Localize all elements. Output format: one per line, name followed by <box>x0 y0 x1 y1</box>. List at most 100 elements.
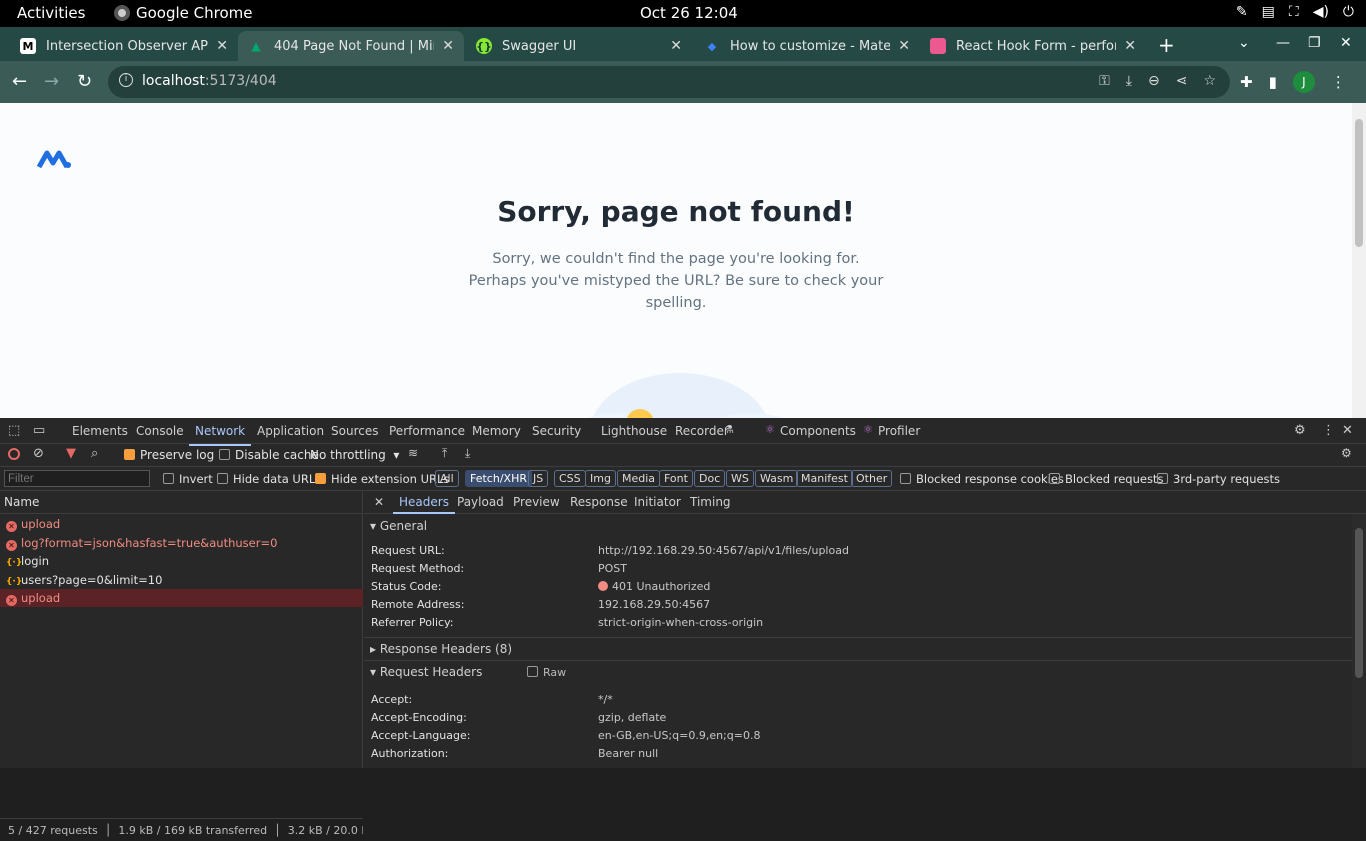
close-window-button[interactable]: ✕ <box>1340 35 1352 51</box>
url-text[interactable]: localhost:5173/404 <box>142 73 277 89</box>
settings-gear-icon[interactable]: ⚙ <box>1294 423 1306 438</box>
throttling-select[interactable]: No throttling ▾ <box>310 448 399 462</box>
blocked-requests-checkbox[interactable]: Blocked requests <box>1049 472 1163 486</box>
tab-response[interactable]: Response <box>570 495 628 509</box>
close-icon[interactable]: ✕ <box>898 38 910 54</box>
export-har-icon[interactable]: ⤓ <box>465 446 470 461</box>
filter-type-img[interactable]: Img <box>585 470 616 487</box>
hide-data-urls-checkbox[interactable]: Hide data URLs <box>217 472 321 486</box>
general-section-header[interactable]: ▾ General <box>364 515 1352 537</box>
devtools-menu-icon[interactable]: ⋮ <box>1322 423 1335 438</box>
clock[interactable]: Oct 26 12:04 <box>640 4 738 22</box>
zoom-icon[interactable]: ⊖ <box>1148 73 1160 89</box>
response-headers-section-header[interactable]: ▸ Response Headers (8) <box>364 637 1352 659</box>
details-scrollbar[interactable] <box>1352 514 1366 768</box>
search-icon[interactable]: ⌕ <box>91 446 98 461</box>
tab-react-hook-form[interactable]: React Hook Form - perform ✕ <box>920 31 1146 61</box>
disable-cache-checkbox[interactable]: Disable cache <box>219 448 319 462</box>
import-har-icon[interactable]: ⤒ <box>442 446 447 461</box>
clear-icon[interactable]: ⊘ <box>33 446 44 461</box>
clipboard-icon[interactable]: ▤ <box>1262 4 1275 20</box>
network-settings-gear-icon[interactable]: ⚙ <box>1341 446 1352 460</box>
share-icon[interactable]: ⋖ <box>1176 73 1188 89</box>
filter-type-doc[interactable]: Doc <box>694 470 726 487</box>
filter-type-font[interactable]: Font <box>659 470 693 487</box>
tab-lighthouse[interactable]: Lighthouse <box>601 424 667 438</box>
forward-button[interactable]: → <box>44 71 59 92</box>
maximize-button[interactable]: ❐ <box>1308 35 1321 51</box>
filter-input[interactable] <box>4 470 150 487</box>
page-scrollbar[interactable] <box>1352 103 1366 418</box>
blocked-response-cookies-checkbox[interactable]: Blocked response cookies <box>900 472 1064 486</box>
site-info-icon[interactable]: i <box>119 73 133 87</box>
minimize-button[interactable]: — <box>1276 35 1290 51</box>
tab-security[interactable]: Security <box>532 424 581 438</box>
close-icon[interactable]: ✕ <box>1124 38 1136 54</box>
name-column-header[interactable]: Name <box>0 491 363 514</box>
filter-type-fetch-xhr[interactable]: Fetch/XHR <box>465 470 532 487</box>
tab-headers[interactable]: Headers <box>393 495 455 514</box>
close-details-icon[interactable]: ✕ <box>374 495 384 509</box>
filter-type-css[interactable]: CSS <box>554 470 586 487</box>
tab-404-page[interactable]: ▲ 404 Page Not Found | Mini ✕ <box>238 31 464 61</box>
profile-avatar[interactable]: J <box>1292 71 1315 93</box>
minimal-logo-icon[interactable] <box>37 149 73 169</box>
filter-type-ws[interactable]: WS <box>726 470 754 487</box>
tab-elements[interactable]: Elements <box>72 424 128 438</box>
hide-extension-urls-checkbox[interactable]: Hide extension URLs <box>315 472 449 486</box>
power-icon[interactable]: ⏻ <box>1343 4 1354 20</box>
tab-intersection-observer[interactable]: M Intersection Observer API - ✕ <box>10 31 238 61</box>
color-picker-icon[interactable]: ✎ <box>1236 4 1248 20</box>
request-row[interactable]: ✕ log?format=json&hasfast=true&authuser=0 <box>0 534 363 552</box>
address-bar[interactable]: i localhost:5173/404 ⚿ ⤓ ⊖ ⋖ ☆ <box>108 66 1230 98</box>
app-menu[interactable]: Google Chrome <box>114 4 253 22</box>
scrollbar-thumb[interactable] <box>1355 119 1363 247</box>
tab-mui-customize[interactable]: ◆ How to customize - Materi ✕ <box>694 31 920 61</box>
request-headers-section-header[interactable]: ▾ Request Headers Raw <box>364 660 1352 682</box>
inspect-element-icon[interactable]: ⬚ <box>8 423 20 438</box>
raw-checkbox[interactable]: Raw <box>527 666 566 679</box>
tab-components[interactable]: Components <box>780 424 856 438</box>
filter-type-other[interactable]: Other <box>851 470 893 487</box>
device-toolbar-icon[interactable]: ▭ <box>33 423 45 438</box>
close-devtools-icon[interactable]: ✕ <box>1342 423 1353 438</box>
filter-type-manifest[interactable]: Manifest <box>796 470 853 487</box>
filter-type-wasm[interactable]: Wasm <box>755 470 799 487</box>
filter-funnel-icon[interactable]: ▼ <box>66 446 76 461</box>
preserve-log-checkbox[interactable]: Preserve log <box>124 448 214 462</box>
reload-button[interactable]: ↻ <box>77 71 92 92</box>
tab-initiator[interactable]: Initiator <box>634 495 681 509</box>
tab-network[interactable]: Network <box>188 424 252 446</box>
tab-search-chevron-icon[interactable]: ⌄ <box>1238 35 1250 51</box>
tab-swagger-ui[interactable]: {} Swagger UI ✕ <box>466 31 692 61</box>
tab-application[interactable]: Application <box>257 424 324 438</box>
close-icon[interactable]: ✕ <box>670 38 682 54</box>
tab-payload[interactable]: Payload <box>457 495 504 509</box>
volume-icon[interactable]: ◀) <box>1313 4 1329 20</box>
back-button[interactable]: ← <box>12 71 27 92</box>
side-panel-icon[interactable]: ▮ <box>1269 73 1277 91</box>
bookmark-star-icon[interactable]: ☆ <box>1203 73 1216 89</box>
tab-console[interactable]: Console <box>136 424 184 438</box>
scrollbar-thumb[interactable] <box>1355 528 1363 678</box>
extensions-puzzle-icon[interactable]: ✚ <box>1240 73 1253 91</box>
tab-recorder[interactable]: Recorder <box>675 424 729 438</box>
tab-memory[interactable]: Memory <box>472 424 521 438</box>
request-row[interactable]: {·}login <box>0 552 363 570</box>
close-icon[interactable]: ✕ <box>216 38 228 54</box>
tab-preview[interactable]: Preview <box>513 495 560 509</box>
request-row-selected[interactable]: ✕ upload <box>0 589 363 607</box>
network-icon[interactable]: ⛶ <box>1289 4 1299 20</box>
tab-timing[interactable]: Timing <box>690 495 731 509</box>
activities-button[interactable]: Activities <box>17 4 85 22</box>
request-row[interactable]: ✕ upload <box>0 515 363 533</box>
close-icon[interactable]: ✕ <box>442 38 454 54</box>
tab-sources[interactable]: Sources <box>331 424 378 438</box>
new-tab-button[interactable]: + <box>1158 33 1175 57</box>
install-app-icon[interactable]: ⤓ <box>1126 73 1132 89</box>
filter-type-js[interactable]: JS <box>528 470 549 487</box>
menu-kebab-icon[interactable]: ⋮ <box>1331 73 1346 91</box>
record-stop-icon[interactable] <box>8 448 20 460</box>
filter-type-all[interactable]: All <box>435 470 459 487</box>
request-row[interactable]: {·}users?page=0&limit=10 <box>0 571 363 589</box>
